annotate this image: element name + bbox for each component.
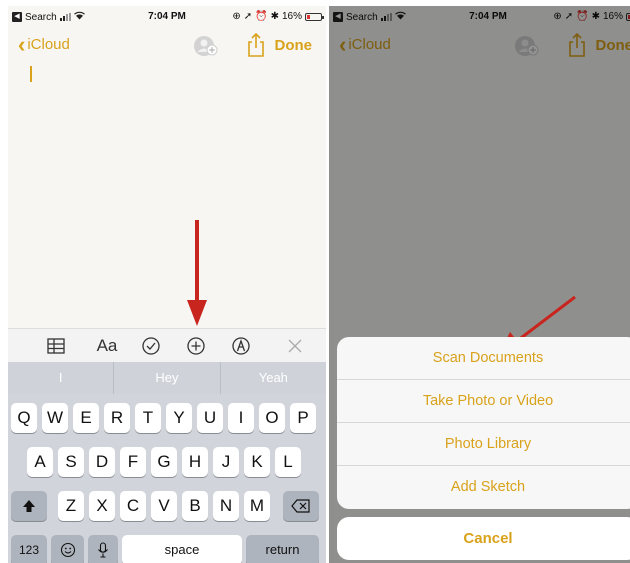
keyboard: Q W E R T Y U I O P A S D F G H J K L Z … bbox=[8, 394, 326, 563]
table-icon[interactable] bbox=[44, 334, 68, 358]
predictive-bar: I Hey Yeah bbox=[8, 362, 326, 394]
battery-percent: 16% bbox=[281, 11, 302, 22]
text-cursor bbox=[30, 66, 32, 82]
emoji-key[interactable] bbox=[51, 535, 84, 563]
key[interactable]: W bbox=[42, 403, 68, 433]
key[interactable]: E bbox=[73, 403, 99, 433]
add-attachment-icon[interactable] bbox=[184, 334, 208, 358]
right-screen: ◀ Search 7:04 PM ⊕ ➚ ⏰ ✱ 16% ‹ iCloud Do… bbox=[329, 6, 630, 563]
key[interactable]: Z bbox=[58, 491, 84, 521]
microphone-icon bbox=[98, 542, 108, 558]
nav-bar: ‹ iCloud Done bbox=[8, 28, 326, 64]
key[interactable]: T bbox=[135, 403, 161, 433]
key[interactable]: L bbox=[275, 447, 301, 477]
key[interactable]: N bbox=[213, 491, 239, 521]
key[interactable]: C bbox=[120, 491, 146, 521]
key[interactable]: Q bbox=[11, 403, 37, 433]
scan-documents-option[interactable]: Scan Documents bbox=[337, 337, 630, 380]
take-photo-option[interactable]: Take Photo or Video bbox=[337, 380, 630, 423]
share-icon[interactable] bbox=[246, 32, 266, 58]
prediction-item[interactable]: Yeah bbox=[221, 362, 326, 394]
key[interactable]: M bbox=[244, 491, 270, 521]
back-button[interactable]: ‹ iCloud bbox=[18, 32, 70, 57]
key[interactable]: Y bbox=[166, 403, 192, 433]
status-bar: ◀ Search 7:04 PM ⊕ ➚ ⏰ ✱ 16% bbox=[8, 6, 326, 28]
add-person-icon[interactable] bbox=[194, 34, 218, 58]
prediction-item[interactable]: Hey bbox=[114, 362, 221, 394]
bluetooth-icon: ✱ bbox=[270, 11, 279, 22]
done-button[interactable]: Done bbox=[275, 37, 313, 54]
key[interactable]: K bbox=[244, 447, 270, 477]
sketch-icon[interactable] bbox=[229, 334, 253, 358]
key[interactable]: V bbox=[151, 491, 177, 521]
key[interactable]: A bbox=[27, 447, 53, 477]
format-toolbar: Aa bbox=[8, 328, 326, 362]
chevron-left-icon: ‹ bbox=[18, 32, 26, 57]
delete-key[interactable] bbox=[283, 491, 319, 521]
action-sheet: Scan Documents Take Photo or Video Photo… bbox=[337, 337, 630, 509]
photo-library-option[interactable]: Photo Library bbox=[337, 423, 630, 466]
shift-key[interactable] bbox=[11, 491, 47, 521]
orientation-lock-icon: ⊕ bbox=[232, 11, 241, 22]
key[interactable]: O bbox=[259, 403, 285, 433]
key[interactable]: R bbox=[104, 403, 130, 433]
checklist-icon[interactable] bbox=[139, 334, 163, 358]
key[interactable]: D bbox=[89, 447, 115, 477]
space-key[interactable]: space bbox=[122, 535, 242, 563]
key[interactable]: J bbox=[213, 447, 239, 477]
backspace-icon bbox=[291, 499, 310, 513]
return-key[interactable]: return bbox=[246, 535, 319, 563]
battery-icon bbox=[305, 12, 324, 21]
prediction-item[interactable]: I bbox=[8, 362, 115, 394]
key[interactable]: S bbox=[58, 447, 84, 477]
key[interactable]: H bbox=[182, 447, 208, 477]
shift-icon bbox=[23, 500, 35, 512]
numbers-key[interactable]: 123 bbox=[11, 535, 47, 563]
key[interactable]: F bbox=[120, 447, 146, 477]
dictation-key[interactable] bbox=[88, 535, 118, 563]
key[interactable]: P bbox=[290, 403, 316, 433]
key[interactable]: B bbox=[182, 491, 208, 521]
red-arrow-down-icon bbox=[187, 220, 207, 326]
left-screen: ◀ Search 7:04 PM ⊕ ➚ ⏰ ✱ 16% ‹ iCloud Do… bbox=[8, 6, 326, 563]
close-icon[interactable] bbox=[283, 334, 307, 358]
back-label: iCloud bbox=[27, 36, 70, 53]
key[interactable]: I bbox=[228, 403, 254, 433]
emoji-icon bbox=[60, 542, 75, 558]
alarm-icon: ⏰ bbox=[255, 11, 268, 22]
key[interactable]: U bbox=[197, 403, 223, 433]
text-style-button[interactable]: Aa bbox=[90, 334, 124, 358]
key[interactable]: G bbox=[151, 447, 177, 477]
location-icon: ➚ bbox=[243, 11, 253, 22]
cancel-button[interactable]: Cancel bbox=[337, 517, 630, 560]
key[interactable]: X bbox=[89, 491, 115, 521]
add-sketch-option[interactable]: Add Sketch bbox=[337, 466, 630, 509]
